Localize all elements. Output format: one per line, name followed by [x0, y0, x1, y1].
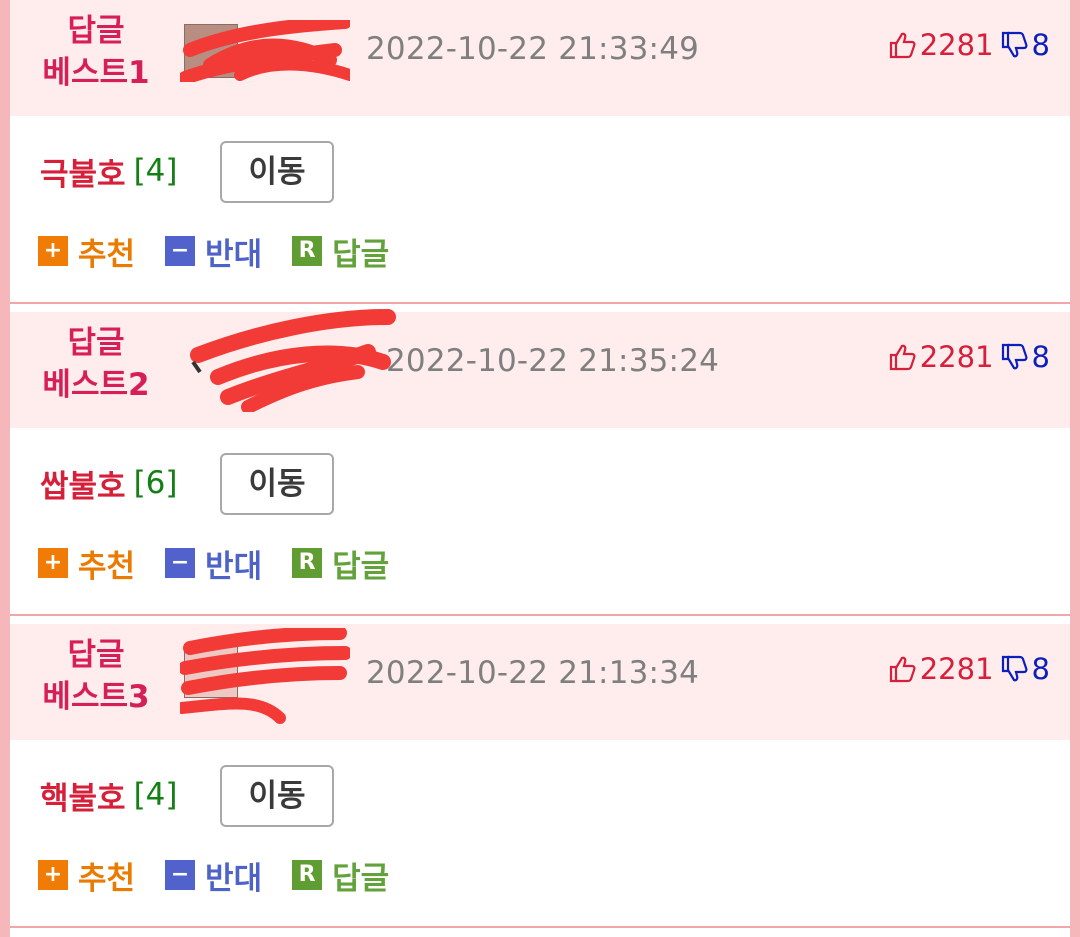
reply-title-row: 쌉불호 [6]: [40, 453, 177, 513]
upvote-count: 2281: [919, 340, 994, 374]
oppose-label: 반대: [205, 548, 263, 585]
thumbs-up-icon[interactable]: [888, 654, 918, 684]
best-reply-label: 답글 베스트1: [42, 13, 150, 91]
thumbs-down-icon[interactable]: [1000, 30, 1030, 60]
reply-r-icon: R: [292, 860, 323, 890]
plus-icon: +: [38, 236, 68, 266]
thumbs-up-icon[interactable]: [888, 30, 918, 60]
recommend-label: 추천: [78, 860, 136, 897]
reply-label: 답글: [332, 236, 390, 273]
post-datetime: 2022-10-22 21:35:24: [386, 343, 720, 379]
post-body: 쌉불호 [6] 이동 + 추천 − 반대 R 답글: [10, 428, 1070, 614]
redaction-scribble: [190, 309, 396, 412]
plus-icon: +: [38, 860, 68, 890]
downvote-count: 8: [1031, 340, 1050, 374]
best-reply-3: 답글 베스트3 2022-10-22 21:13:34 2281 8 핵불호 […: [10, 624, 1070, 936]
divider: [10, 926, 1070, 928]
vote-counts: 2281 8: [888, 28, 1050, 62]
reply-title[interactable]: 핵불호: [40, 773, 126, 818]
author-avatar[interactable]: [188, 307, 398, 412]
oppose-label: 반대: [205, 236, 263, 273]
thumbs-up-icon[interactable]: [888, 342, 918, 372]
reply-button[interactable]: R 답글: [292, 853, 389, 898]
recommend-button[interactable]: + 추천: [38, 229, 135, 274]
recommend-button[interactable]: + 추천: [38, 541, 135, 586]
reply-button[interactable]: R 답글: [292, 229, 389, 274]
reply-count: [4]: [133, 777, 178, 813]
author-avatar[interactable]: [180, 628, 350, 724]
redaction-scribble: [180, 20, 350, 82]
recommend-button[interactable]: + 추천: [38, 853, 135, 898]
vote-counts: 2281 8: [888, 340, 1050, 374]
divider: [10, 614, 1070, 616]
thumbs-down-icon[interactable]: [1000, 342, 1030, 372]
post-body: 극불호 [4] 이동 + 추천 − 반대 R 답글: [10, 116, 1070, 302]
reply-button[interactable]: R 답글: [292, 541, 389, 586]
comment-list: 답글 베스트1 2022-10-22 21:33:49 2281 8 극불호 […: [10, 0, 1070, 937]
redaction-scribble: [180, 628, 350, 724]
upvote-count: 2281: [919, 652, 994, 686]
move-button[interactable]: 이동: [220, 765, 334, 827]
reply-count: [4]: [133, 153, 178, 189]
best-reply-2: 답글 베스트2 2022-10-22 21:35:24 2281 8 쌉불호 […: [10, 309, 1070, 624]
move-button[interactable]: 이동: [220, 453, 334, 515]
action-row: + 추천 − 반대 R 답글: [38, 228, 389, 274]
move-button[interactable]: 이동: [220, 141, 334, 203]
plus-icon: +: [38, 548, 68, 578]
thumbs-down-icon[interactable]: [1000, 654, 1030, 684]
post-header: 답글 베스트1 2022-10-22 21:33:49 2281 8: [10, 0, 1070, 116]
reply-label: 답글: [332, 548, 390, 585]
minus-icon: −: [165, 860, 196, 890]
reply-r-icon: R: [292, 236, 323, 266]
action-row: + 추천 − 반대 R 답글: [38, 852, 389, 898]
reply-r-icon: R: [292, 548, 323, 578]
minus-icon: −: [165, 236, 196, 266]
best-reply-1: 답글 베스트1 2022-10-22 21:33:49 2281 8 극불호 […: [10, 0, 1070, 312]
reply-title[interactable]: 극불호: [40, 149, 126, 194]
action-row: + 추천 − 반대 R 답글: [38, 540, 389, 586]
recommend-label: 추천: [78, 236, 136, 273]
oppose-button[interactable]: − 반대: [165, 853, 262, 898]
downvote-count: 8: [1031, 28, 1050, 62]
post-datetime: 2022-10-22 21:33:49: [366, 31, 700, 67]
author-avatar[interactable]: [180, 20, 350, 82]
recommend-label: 추천: [78, 548, 136, 585]
reply-title-row: 핵불호 [4]: [40, 765, 177, 825]
post-datetime: 2022-10-22 21:13:34: [366, 655, 700, 691]
downvote-count: 8: [1031, 652, 1050, 686]
reply-title-row: 극불호 [4]: [40, 141, 177, 201]
reply-title[interactable]: 쌉불호: [40, 461, 126, 506]
post-header: 답글 베스트2 2022-10-22 21:35:24 2281 8: [10, 309, 1070, 428]
divider: [10, 302, 1070, 304]
reply-label: 답글: [332, 860, 390, 897]
post-body: 핵불호 [4] 이동 + 추천 − 반대 R 답글: [10, 740, 1070, 926]
oppose-button[interactable]: − 반대: [165, 229, 262, 274]
oppose-button[interactable]: − 반대: [165, 541, 262, 586]
best-reply-label: 답글 베스트3: [42, 637, 150, 715]
reply-count: [6]: [133, 465, 178, 501]
vote-counts: 2281 8: [888, 652, 1050, 686]
oppose-label: 반대: [205, 860, 263, 897]
post-header: 답글 베스트3 2022-10-22 21:13:34 2281 8: [10, 624, 1070, 740]
best-reply-label: 답글 베스트2: [42, 325, 150, 403]
upvote-count: 2281: [919, 28, 994, 62]
minus-icon: −: [165, 548, 196, 578]
